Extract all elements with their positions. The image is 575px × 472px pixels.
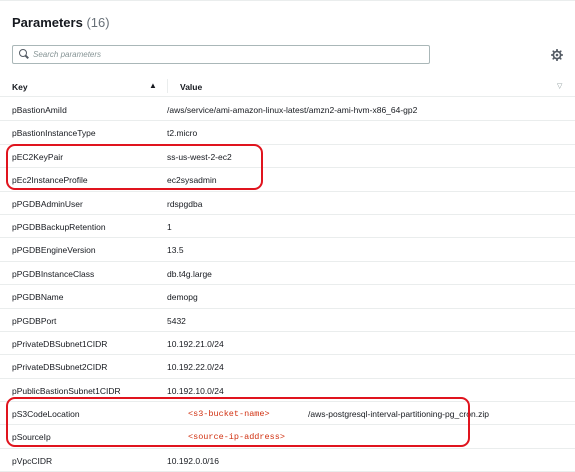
param-key: pEc2InstanceProfile (12, 175, 88, 186)
parameter-count: (16) (86, 15, 110, 30)
table-header: Key ▲ Value ▽ (0, 75, 575, 97)
param-value: ss-us-west-2-ec2 (167, 151, 232, 162)
panel-header: Parameters (16) (12, 15, 110, 30)
param-value: 5432 (167, 315, 186, 326)
param-value: rdspgdba (167, 198, 203, 209)
param-key: pPrivateDBSubnet2CIDR (12, 362, 108, 373)
table-row: pPrivateDBSubnet2CIDR 10.192.22.0/24 (0, 355, 575, 379)
param-value: demopg (167, 292, 198, 303)
sort-ascending-icon[interactable]: ▲ (149, 81, 157, 90)
param-key: pPublicBastionSubnet1CIDR (12, 385, 121, 396)
column-divider (167, 79, 168, 93)
param-value: 10.192.21.0/24 (167, 338, 224, 349)
table-row: pPGDBAdminUser rdspgdba (0, 192, 575, 215)
param-key: pPGDBName (12, 292, 64, 303)
param-key: pS3CodeLocation (12, 409, 80, 420)
param-key: pSourceIp (12, 432, 51, 443)
table-row: pBastionAmiId /aws/service/ami-amazon-li… (0, 98, 575, 122)
parameters-table-body: pBastionAmiId /aws/service/ami-amazon-li… (0, 98, 575, 472)
param-key: pPGDBInstanceClass (12, 268, 95, 279)
param-value: t2.micro (167, 128, 198, 139)
param-key: pPGDBPort (12, 315, 57, 326)
table-row: pBastionInstanceType t2.micro (0, 121, 575, 145)
filter-caret-icon[interactable]: ▽ (557, 82, 562, 90)
param-key: pBastionInstanceType (12, 128, 96, 139)
param-key: pPGDBAdminUser (12, 198, 83, 209)
param-value: 13.5 (167, 245, 184, 256)
gear-icon[interactable] (550, 48, 564, 62)
search-box[interactable] (12, 45, 430, 64)
table-row: pPGDBName demopg (0, 285, 575, 309)
placeholder-s3-bucket-name: <s3-bucket-name> (188, 409, 270, 420)
search-icon (13, 46, 33, 63)
table-row: pSourceIp <source-ip-address> (0, 425, 575, 449)
param-value: /aws/service/ami-amazon-linux-latest/amz… (167, 105, 418, 115)
table-row: pPrivateDBSubnet1CIDR 10.192.21.0/24 (0, 332, 575, 356)
table-row: pS3CodeLocation <s3-bucket-name> /aws-po… (0, 402, 575, 426)
table-row: pPGDBInstanceClass db.t4g.large (0, 262, 575, 286)
param-value: ec2sysadmin (167, 175, 217, 186)
table-row: pPGDBPort 5432 (0, 309, 575, 332)
param-value: /aws-postgresql-interval-partitioning-pg… (308, 409, 489, 420)
param-value: 10.192.0.0/16 (167, 455, 219, 466)
param-key: pPGDBEngineVersion (12, 245, 96, 256)
param-value: db.t4g.large (167, 268, 212, 279)
column-header-value[interactable]: Value (180, 82, 202, 92)
table-row: pEC2KeyPair ss-us-west-2-ec2 (0, 145, 575, 169)
param-value: 1 (167, 221, 172, 232)
param-key: pBastionAmiId (12, 105, 67, 115)
parameters-panel: Parameters (16) Key ▲ Value ▽ (0, 0, 575, 472)
param-key: pPrivateDBSubnet1CIDR (12, 338, 108, 349)
param-value: 10.192.10.0/24 (167, 385, 224, 396)
column-header-key[interactable]: Key (12, 82, 28, 92)
table-row: pPGDBEngineVersion 13.5 (0, 238, 575, 262)
table-row: pPGDBBackupRetention 1 (0, 215, 575, 239)
table-row: pPublicBastionSubnet1CIDR 10.192.10.0/24 (0, 379, 575, 403)
param-value: 10.192.22.0/24 (167, 362, 224, 373)
panel-title: Parameters (12, 15, 83, 30)
param-key: pEC2KeyPair (12, 151, 64, 162)
param-key: pVpcCIDR (12, 455, 53, 466)
param-key: pPGDBBackupRetention (12, 221, 106, 232)
table-row: pEc2InstanceProfile ec2sysadmin (0, 168, 575, 192)
search-input[interactable] (33, 47, 429, 62)
placeholder-source-ip-address: <source-ip-address> (188, 432, 285, 443)
